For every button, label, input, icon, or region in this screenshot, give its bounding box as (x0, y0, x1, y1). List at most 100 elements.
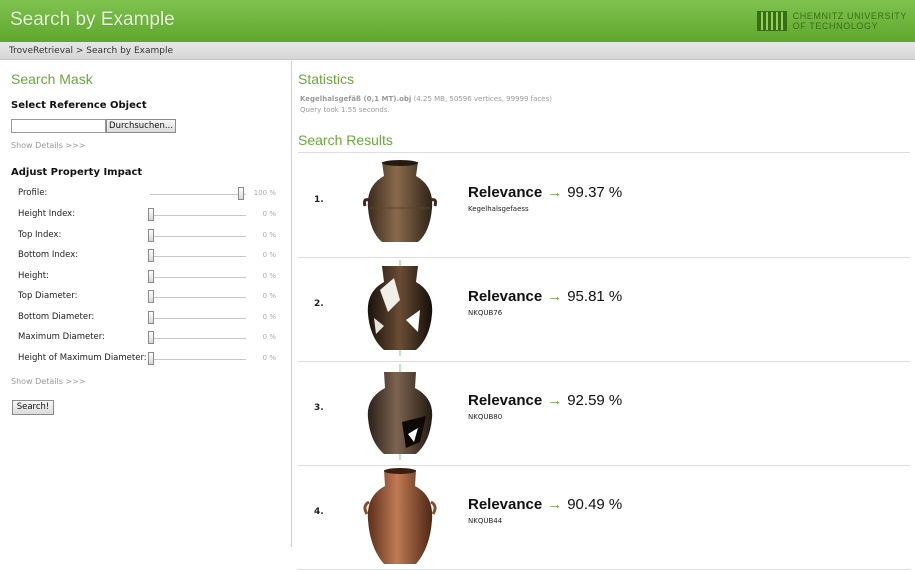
relevance-label: Relevance (468, 288, 543, 305)
logo-mark-icon (756, 11, 787, 31)
slider-value: 100 % (253, 189, 276, 197)
slider-label: Top Diameter: (18, 291, 78, 301)
slider-value: 0 % (262, 272, 276, 280)
statistics-file-info: Kegelhalsgefäß (0,1 MT).obj (4.25 MB, 50… (300, 95, 552, 103)
slider-handle[interactable] (238, 187, 244, 200)
slider-handle[interactable] (148, 270, 154, 283)
search-mask-title: Search Mask (11, 71, 93, 87)
slider-value: 0 % (262, 251, 276, 259)
show-details-link-2[interactable]: Show Details >>> (11, 377, 86, 386)
vase-thumbnail[interactable] (360, 468, 440, 564)
slider-row: Top Diameter: 0 % (18, 288, 280, 306)
slider-track[interactable] (150, 359, 246, 360)
slider-track[interactable] (150, 297, 246, 298)
result-item[interactable]: 3. Relevance → 92.59 % NKQUB80 (298, 362, 910, 466)
result-rank: 4. (314, 507, 324, 517)
relevance-score: Relevance → 99.37 % (468, 184, 622, 201)
slider-track[interactable] (150, 318, 246, 319)
slider-track[interactable] (150, 194, 246, 195)
slider-label: Top Index: (18, 230, 62, 240)
relevance-label: Relevance (468, 496, 543, 513)
slider-row: Maximum Diameter: 0 % (18, 329, 280, 347)
result-rank: 2. (314, 299, 324, 309)
breadcrumb[interactable]: TroveRetrieval > Search by Example (0, 42, 915, 60)
results-panel: Statistics Kegelhalsgefäß (0,1 MT).obj (… (292, 61, 915, 570)
slider-handle[interactable] (148, 249, 154, 262)
slider-label: Profile: (18, 188, 48, 198)
slider-label: Height of Maximum Diameter: (18, 353, 147, 363)
relevance-label: Relevance (468, 392, 543, 409)
slider-value: 0 % (262, 313, 276, 321)
slider-track[interactable] (150, 256, 246, 257)
slider-row: Height: 0 % (18, 268, 280, 286)
show-details-link[interactable]: Show Details >>> (11, 141, 86, 150)
university-logo[interactable]: CHEMNITZ UNIVERSITY OF TECHNOLOGY (756, 10, 907, 32)
result-item[interactable]: 1. Relevance → 99.37 % Kegelhalsgefaess (298, 154, 910, 258)
result-rank: 3. (314, 403, 324, 413)
slider-handle[interactable] (148, 229, 154, 242)
logo-text-line1: CHEMNITZ UNIVERSITY (792, 11, 907, 21)
statistics-query-time: Query took 1.55 seconds. (300, 106, 390, 114)
vase-thumbnail[interactable] (360, 156, 440, 252)
reference-object-label: Select Reference Object (11, 100, 147, 111)
file-path-input[interactable] (11, 119, 106, 133)
stat-file-name: Kegelhalsgefäß (0,1 MT).obj (300, 95, 412, 103)
vase-thumbnail[interactable] (360, 364, 440, 460)
result-rank: 1. (314, 195, 324, 205)
relevance-value: 90.49 % (567, 496, 623, 513)
slider-handle[interactable] (148, 290, 154, 303)
statistics-title: Statistics (298, 71, 355, 87)
arrow-right-icon: → (547, 392, 563, 409)
slider-label: Height: (18, 271, 49, 281)
search-results-title: Search Results (298, 132, 393, 148)
slider-row: Profile: 100 % (18, 185, 280, 203)
arrow-right-icon: → (547, 288, 563, 305)
slider-track[interactable] (150, 338, 246, 339)
browse-button[interactable]: Durchsuchen... (106, 119, 176, 133)
slider-value: 0 % (262, 354, 276, 362)
relevance-value: 95.81 % (567, 288, 623, 305)
slider-label: Maximum Diameter: (18, 332, 105, 342)
slider-row: Bottom Diameter: 0 % (18, 309, 280, 327)
slider-track[interactable] (150, 277, 246, 278)
slider-row: Height of Maximum Diameter: 0 % (18, 350, 280, 368)
slider-row: Bottom Index: 0 % (18, 247, 280, 265)
slider-value: 0 % (262, 333, 276, 341)
relevance-score: Relevance → 92.59 % (468, 392, 622, 409)
logo-text-line2: OF TECHNOLOGY (792, 21, 879, 31)
relevance-label: Relevance (468, 184, 543, 201)
slider-handle[interactable] (148, 352, 154, 365)
property-impact-label: Adjust Property Impact (11, 167, 143, 178)
result-item[interactable]: 4. Relevance → 90.49 % NKQUB44 (298, 466, 910, 570)
slider-label: Bottom Index: (18, 250, 79, 260)
stat-file-details: (4.25 MB, 50596 vertices, 99999 faces) (413, 95, 552, 103)
slider-track[interactable] (150, 215, 246, 216)
vase-thumbnail[interactable] (360, 260, 440, 356)
slider-row: Height Index: 0 % (18, 206, 280, 224)
relevance-score: Relevance → 95.81 % (468, 288, 622, 305)
relevance-value: 99.37 % (567, 184, 623, 201)
slider-handle[interactable] (148, 311, 154, 324)
app-header: Search by Example CHEMNITZ UNIVERSITY OF… (0, 0, 915, 42)
relevance-value: 92.59 % (567, 392, 623, 409)
slider-track[interactable] (150, 236, 246, 237)
result-item[interactable]: 2. Relevance → 95.81 % NKQUB76 (298, 258, 910, 362)
slider-handle[interactable] (148, 331, 154, 344)
results-divider (298, 152, 910, 153)
result-name[interactable]: NKQUB76 (468, 309, 502, 317)
result-name[interactable]: NKQUB44 (468, 517, 502, 525)
app-title: Search by Example (10, 9, 175, 30)
search-mask-panel: Search Mask Select Reference Object Durc… (0, 61, 292, 547)
arrow-right-icon: → (547, 184, 563, 201)
result-name[interactable]: Kegelhalsgefaess (468, 205, 529, 213)
result-name[interactable]: NKQUB80 (468, 413, 502, 421)
slider-label: Height Index: (18, 209, 76, 219)
slider-value: 0 % (262, 210, 276, 218)
arrow-right-icon: → (547, 496, 563, 513)
slider-handle[interactable] (148, 208, 154, 221)
slider-label: Bottom Diameter: (18, 312, 95, 322)
slider-row: Top Index: 0 % (18, 227, 280, 245)
slider-value: 0 % (262, 231, 276, 239)
search-button[interactable]: Search! (12, 400, 54, 415)
slider-value: 0 % (262, 292, 276, 300)
